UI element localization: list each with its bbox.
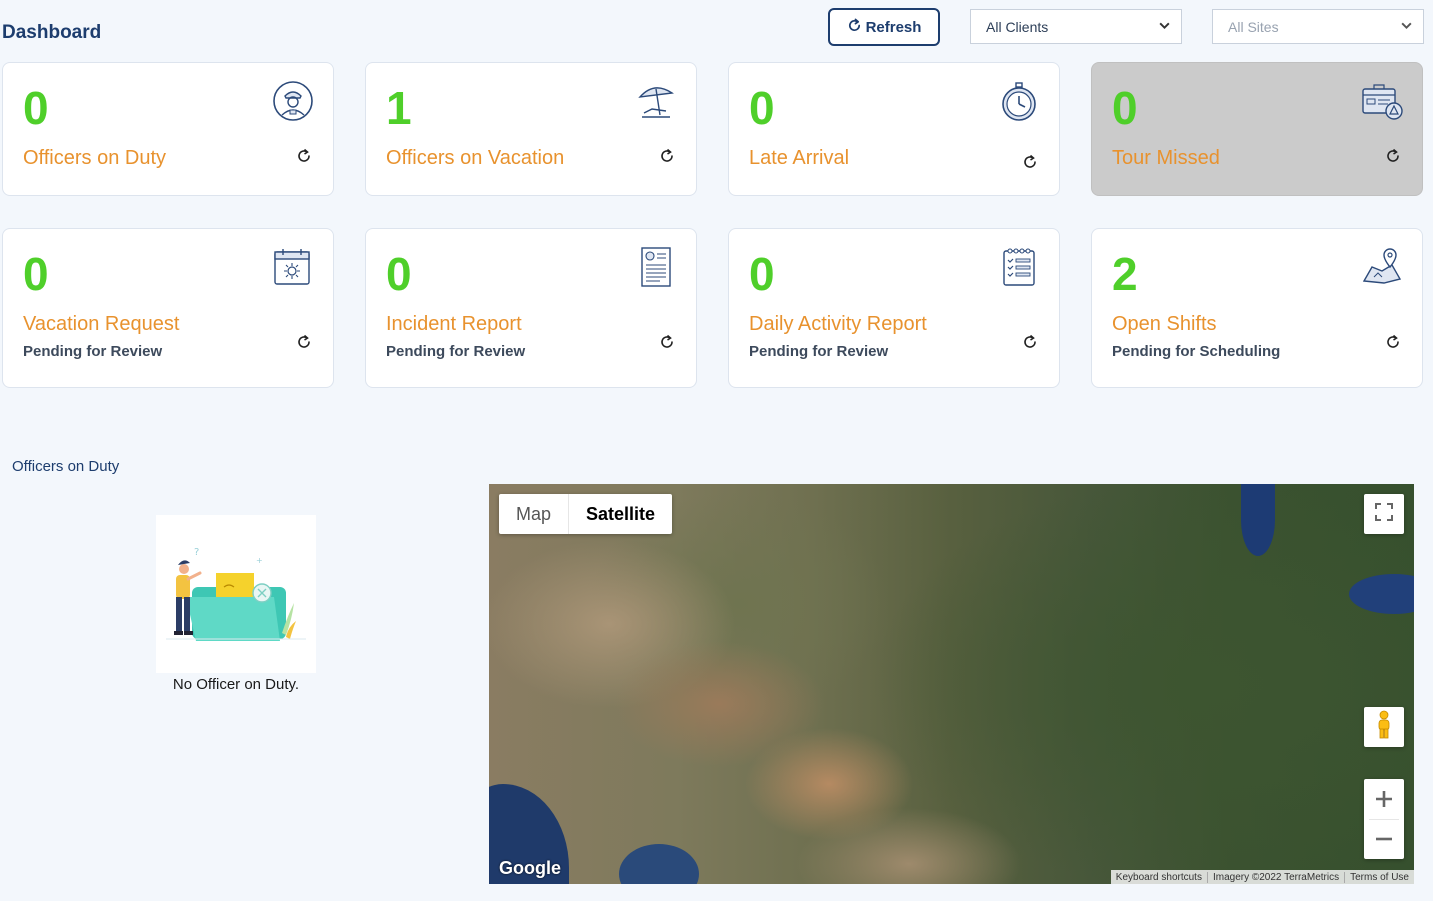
- card-title: Officers on Duty: [23, 147, 167, 169]
- report-document-icon: [634, 245, 678, 289]
- page-title: Dashboard: [2, 22, 102, 43]
- map-tab[interactable]: Map: [499, 494, 570, 534]
- stopwatch-icon: [997, 79, 1041, 123]
- map-lake: [1241, 484, 1275, 556]
- zoom-in-button[interactable]: [1364, 779, 1404, 819]
- zoom-control: [1364, 779, 1404, 859]
- card-count: 0: [23, 248, 49, 300]
- tour-alert-icon: [1360, 79, 1404, 123]
- card-count: 1: [386, 82, 412, 134]
- card-incident-report[interactable]: 0 Incident Report Pending for Review: [365, 228, 697, 388]
- refresh-button[interactable]: Refresh: [828, 8, 940, 46]
- card-title: Open Shifts: [1112, 313, 1217, 335]
- card-title: Officers on Vacation: [386, 147, 565, 169]
- officers-section-title: Officers on Duty: [12, 458, 120, 475]
- card-open-shifts[interactable]: 2 Open Shifts Pending for Scheduling: [1091, 228, 1423, 388]
- clients-select-value: All Clients: [986, 18, 1049, 35]
- refresh-icon[interactable]: [658, 147, 676, 165]
- card-subtitle: Pending for Review: [23, 343, 163, 360]
- refresh-icon[interactable]: [1021, 333, 1039, 351]
- card-title: Incident Report: [386, 313, 522, 335]
- checklist-icon: [997, 245, 1041, 289]
- refresh-icon[interactable]: [1384, 147, 1402, 165]
- refresh-icon: [847, 18, 862, 37]
- card-title: Vacation Request: [23, 313, 180, 335]
- card-title: Late Arrival: [749, 147, 850, 169]
- calendar-sun-icon: [271, 245, 315, 289]
- zoom-out-button[interactable]: [1364, 819, 1404, 859]
- refresh-icon[interactable]: [295, 333, 313, 351]
- beach-umbrella-icon: [634, 79, 678, 123]
- satellite-tab[interactable]: Satellite: [569, 494, 672, 534]
- clients-select[interactable]: All Clients: [970, 9, 1182, 44]
- imagery-credit: Imagery ©2022 TerraMetrics: [1206, 871, 1344, 883]
- map-type-control: Map Satellite: [499, 494, 673, 534]
- card-subtitle: Pending for Scheduling: [1112, 343, 1281, 360]
- map-attribution: Keyboard shortcuts Imagery ©2022 TerraMe…: [1110, 870, 1414, 884]
- keyboard-shortcuts-link[interactable]: Keyboard shortcuts: [1111, 872, 1207, 883]
- map-view[interactable]: Map Satellite Google Keyboard shortcuts …: [489, 484, 1414, 884]
- svg-text:?: ?: [194, 547, 199, 558]
- card-late-arrival[interactable]: 0 Late Arrival: [728, 62, 1060, 196]
- sites-select-value: All Sites: [1228, 18, 1279, 35]
- chevron-down-icon: [1400, 19, 1413, 35]
- card-tour-missed[interactable]: 0 Tour Missed: [1091, 62, 1423, 196]
- map-lake: [1349, 574, 1414, 614]
- map-pin-icon: [1360, 245, 1404, 289]
- card-officers-on-vacation[interactable]: 1 Officers on Vacation: [365, 62, 697, 196]
- card-title: Tour Missed: [1112, 147, 1220, 169]
- google-logo: Google: [499, 858, 561, 878]
- card-vacation-request[interactable]: 0 Vacation Request Pending for Review: [2, 228, 334, 388]
- card-count: 0: [749, 248, 775, 300]
- empty-folder-illustration: ? +: [156, 515, 316, 673]
- refresh-icon[interactable]: [1384, 333, 1402, 351]
- card-count: 0: [386, 248, 412, 300]
- card-subtitle: Pending for Review: [386, 343, 526, 360]
- fullscreen-icon: [1374, 502, 1394, 527]
- pegman-icon: [1374, 710, 1394, 745]
- refresh-icon[interactable]: [1021, 153, 1039, 171]
- refresh-icon[interactable]: [658, 333, 676, 351]
- terms-of-use-link[interactable]: Terms of Use: [1344, 871, 1414, 883]
- card-count: 0: [1112, 82, 1138, 134]
- svg-text:+: +: [256, 556, 263, 565]
- street-view-button[interactable]: [1364, 707, 1404, 747]
- refresh-icon[interactable]: [295, 147, 313, 165]
- card-count: 2: [1112, 248, 1138, 300]
- officer-icon: [271, 79, 315, 123]
- card-officers-on-duty[interactable]: 0 Officers on Duty: [2, 62, 334, 196]
- card-count: 0: [23, 82, 49, 134]
- map-water: [619, 844, 699, 884]
- card-title: Daily Activity Report: [749, 313, 927, 335]
- card-subtitle: Pending for Review: [749, 343, 889, 360]
- empty-state-text: No Officer on Duty.: [172, 676, 300, 693]
- card-daily-activity-report[interactable]: 0 Daily Activity Report Pending for Revi…: [728, 228, 1060, 388]
- refresh-button-label: Refresh: [865, 18, 922, 36]
- sites-select[interactable]: All Sites: [1212, 9, 1424, 44]
- chevron-down-icon: [1158, 19, 1171, 35]
- fullscreen-button[interactable]: [1364, 494, 1404, 534]
- card-count: 0: [749, 82, 775, 134]
